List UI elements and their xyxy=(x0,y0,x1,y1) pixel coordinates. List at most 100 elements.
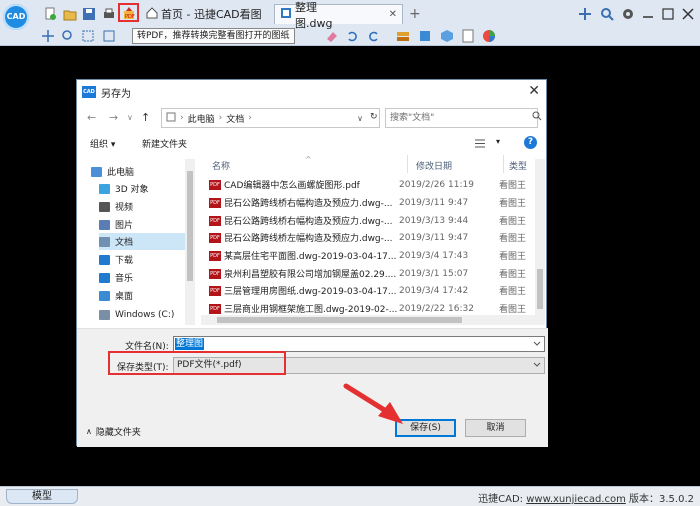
chevron-down-icon[interactable] xyxy=(533,362,541,368)
open-file-icon[interactable] xyxy=(62,6,77,21)
address-bar[interactable]: › 此电脑 › 文档 › ∨ xyxy=(161,108,380,128)
website-link[interactable]: www.xunjiecad.com xyxy=(526,494,626,505)
pan-icon[interactable] xyxy=(577,6,592,21)
nav-item-downloads[interactable]: 下载 xyxy=(99,251,195,268)
view-options-icon[interactable] xyxy=(474,138,486,149)
address-row: ← → ∨ ↑ › 此电脑 › 文档 › ∨ ↻ 搜索"文档" xyxy=(77,107,548,129)
breadcrumb-documents[interactable]: 文档 xyxy=(226,112,244,125)
print-icon[interactable] xyxy=(101,6,116,21)
file-row[interactable]: PDF CAD编辑器中怎么画螺旋图形.pdf 2019/2/26 11:19 看图王 xyxy=(209,176,539,193)
save-icon[interactable] xyxy=(81,6,96,21)
up-arrow-icon[interactable]: ↑ xyxy=(141,111,150,124)
column-divider[interactable] xyxy=(503,155,504,173)
pdf-file-icon: PDF xyxy=(209,197,221,208)
refresh-icon[interactable]: ↻ xyxy=(370,112,378,122)
file-list-scrollbar[interactable] xyxy=(535,159,545,325)
app-logo[interactable]: CAD xyxy=(3,4,29,30)
version-label: 版本：3.5.0.2 xyxy=(625,494,694,505)
help-button[interactable]: ? xyxy=(524,136,537,149)
video-icon xyxy=(99,201,110,212)
zoom-window-icon[interactable] xyxy=(60,28,75,43)
zoom-icon[interactable] xyxy=(599,6,614,21)
tab-drawing[interactable]: 整理图.dwg ✕ xyxy=(274,1,403,30)
dialog-close-icon[interactable]: ✕ xyxy=(528,83,540,99)
redo-icon[interactable] xyxy=(366,28,381,43)
move-icon[interactable] xyxy=(40,28,55,43)
filename-input[interactable]: 整理图 xyxy=(173,336,545,352)
nav-item-pictures[interactable]: 图片 xyxy=(99,216,195,233)
file-scroll-thumb[interactable] xyxy=(537,269,543,309)
file-list-hscrollbar[interactable] xyxy=(201,315,535,325)
color-icon[interactable] xyxy=(481,28,496,43)
new-folder-button[interactable]: 新建文件夹 xyxy=(142,137,187,150)
save-as-dialog: CAD 另存为 ✕ ← → ∨ ↑ › 此电脑 › 文档 › ∨ ↻ 搜索"文档… xyxy=(76,79,548,447)
file-hscroll-thumb[interactable] xyxy=(217,317,462,323)
pdf-file-icon: PDF xyxy=(209,250,221,261)
close-icon[interactable] xyxy=(680,6,695,21)
model-tab[interactable]: 模型 xyxy=(6,489,78,504)
nav-scroll-thumb[interactable] xyxy=(187,171,193,281)
nav-item-3d-objects[interactable]: 3D 对象 xyxy=(99,180,195,197)
text-icon[interactable] xyxy=(460,28,475,43)
nav-item-c-drive[interactable]: Windows (C:) xyxy=(99,306,195,323)
cancel-button[interactable]: 取消 xyxy=(465,419,526,437)
eraser-icon[interactable] xyxy=(324,28,339,43)
chevron-down-icon[interactable] xyxy=(533,341,541,347)
layers-icon[interactable] xyxy=(395,28,410,43)
dwg-file-icon xyxy=(280,7,292,22)
file-row[interactable]: PDF 昆石公路跨线桥右幅构造及预应力.dwg-... 2019/3/11 9:47… xyxy=(209,194,539,211)
nav-item-documents[interactable]: 文档 xyxy=(99,233,195,250)
recent-dropdown-icon[interactable]: ∨ xyxy=(127,113,133,122)
view-3d-icon[interactable] xyxy=(439,28,454,43)
breadcrumb-pc[interactable]: 此电脑 xyxy=(188,112,215,125)
pdf-file-icon: PDF xyxy=(209,215,221,226)
search-icon xyxy=(532,111,542,121)
back-arrow-icon[interactable]: ← xyxy=(87,111,96,124)
dialog-titlebar[interactable]: CAD 另存为 xyxy=(77,80,546,104)
chevron-up-icon: ∧ xyxy=(86,427,92,436)
new-file-icon[interactable] xyxy=(42,6,57,21)
block-icon[interactable] xyxy=(417,28,432,43)
nav-scrollbar[interactable] xyxy=(185,159,195,325)
pdf-file-icon: PDF xyxy=(209,232,221,243)
close-tab-icon[interactable]: ✕ xyxy=(389,9,397,20)
zoom-extents-icon[interactable] xyxy=(80,28,95,43)
cad-icon: CAD xyxy=(82,86,96,98)
file-row[interactable]: PDF 某高层住宅平面图.dwg-2019-03-04-17... 2019/3/4… xyxy=(209,247,539,264)
gear-icon[interactable] xyxy=(620,6,635,21)
column-name[interactable]: 名称 xyxy=(212,159,230,172)
undo-icon[interactable] xyxy=(344,28,359,43)
home-icon xyxy=(146,6,158,22)
file-row[interactable]: PDF 昆石公路跨线桥左幅构造及预应力.dwg-... 2019/3/11 9:47… xyxy=(209,229,539,246)
organize-button[interactable]: 组织 ▾ xyxy=(90,137,115,150)
convert-pdf-highlight xyxy=(118,3,139,22)
chevron-right-icon: › xyxy=(248,113,252,123)
hide-folders-toggle[interactable]: ∧ 隐藏文件夹 xyxy=(86,425,141,438)
minimize-icon[interactable] xyxy=(640,6,655,21)
search-input[interactable]: 搜索"文档" xyxy=(385,108,538,128)
view-dropdown-icon[interactable]: ▾ xyxy=(496,137,500,146)
column-date[interactable]: 修改日期 xyxy=(416,159,452,172)
tab-home[interactable]: 首页 - 迅捷CAD看图 xyxy=(146,4,262,24)
version-info: 迅捷CAD: www.xunjiecad.com 版本：3.5.0.2 xyxy=(478,490,694,505)
pdf-file-icon: PDF xyxy=(209,179,221,190)
fullscreen-icon[interactable] xyxy=(101,28,116,43)
nav-item-this-pc[interactable]: 此电脑 xyxy=(91,163,194,180)
add-tab-button[interactable]: + xyxy=(409,4,421,24)
forward-arrow-icon[interactable]: → xyxy=(109,111,118,124)
save-button[interactable]: 保存(S) xyxy=(395,419,456,437)
brand-label: 迅捷CAD: xyxy=(478,494,527,505)
nav-item-videos[interactable]: 视频 xyxy=(99,198,195,215)
maximize-icon[interactable] xyxy=(660,6,675,21)
pdf-file-icon: PDF xyxy=(209,303,221,314)
column-type[interactable]: 类型 xyxy=(509,159,527,172)
nav-item-music[interactable]: 音乐 xyxy=(99,269,195,286)
file-row[interactable]: PDF 三层管理用房图纸.dwg-2019-03-04-17... 2019/3/4… xyxy=(209,282,539,299)
address-dropdown-icon[interactable]: ∨ xyxy=(357,114,363,123)
folder-path-icon xyxy=(166,112,176,125)
nav-item-desktop[interactable]: 桌面 xyxy=(99,287,195,304)
file-list: ^ 名称 修改日期 类型 PDF CAD编辑器中怎么画螺旋图形.pdf 2019/2… xyxy=(201,155,546,329)
file-row[interactable]: PDF 昆石公路跨线桥右幅构造及预应力.dwg-... 2019/3/13 9:44… xyxy=(209,212,539,229)
column-divider[interactable] xyxy=(407,155,408,173)
file-row[interactable]: PDF 泉州利昌塑胶有限公司增加钢屋盖02.29.... 2019/3/1 15:0… xyxy=(209,265,539,282)
